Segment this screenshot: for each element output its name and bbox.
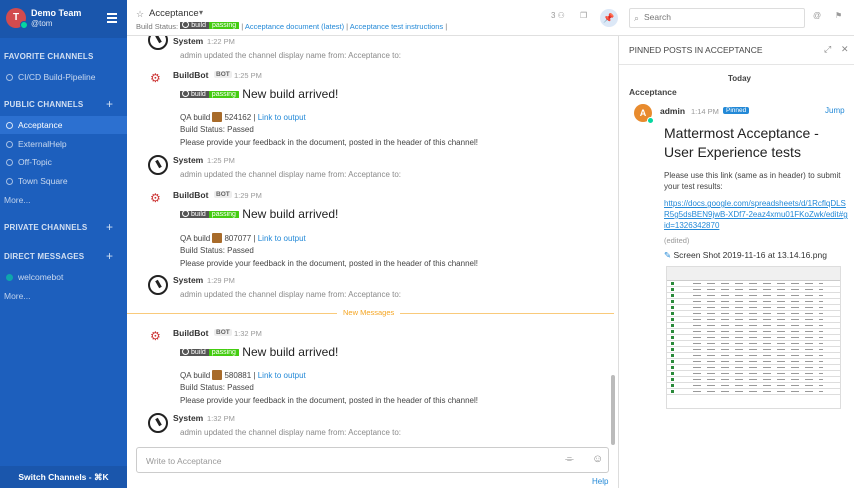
emoji-icon[interactable]: ☺ (592, 453, 603, 465)
build-passing-badge: build passing (180, 210, 239, 220)
channel-header-text: Build Status: build passing | Acceptance … (136, 21, 448, 31)
link-to-output[interactable]: Link to output (258, 234, 306, 243)
sidebar-item-welcomebot[interactable]: welcomebot (0, 268, 127, 286)
build-passing-badge: build passing (180, 21, 240, 31)
online-status-icon (20, 21, 28, 29)
team-header[interactable]: T Demo Team @tom (0, 0, 127, 38)
add-private-channel-icon[interactable]: + (106, 220, 113, 234)
bot-avatar-icon: ⚙ (150, 191, 161, 205)
search-input[interactable] (644, 12, 794, 22)
scrollbar[interactable] (611, 375, 615, 445)
sidebar-item-off-topic[interactable]: Off-Topic (0, 153, 127, 171)
flag-icon[interactable]: ⚑ (835, 11, 842, 20)
private-channels-header: PRIVATE CHANNELS + (4, 220, 114, 234)
message-input[interactable]: Write to Acceptance ⌯ ☺ (136, 447, 609, 473)
channel-header: ☆ Acceptance ▾ Build Status: build passin… (127, 0, 854, 36)
favorite-channels-header: FAVORITE CHANNELS (4, 52, 94, 61)
member-count-button[interactable]: 3 ⚇ (551, 11, 565, 20)
post-author[interactable]: admin (660, 106, 685, 116)
switch-channels-button[interactable]: Switch Channels - ⌘K (0, 466, 127, 488)
spreadsheet-link[interactable]: https://docs.google.com/spreadsheets/d/1… (664, 198, 849, 231)
mattermost-logo-icon (148, 275, 168, 295)
expand-icon[interactable]: ⤢ (824, 44, 831, 55)
add-public-channel-icon[interactable]: + (106, 97, 113, 111)
package-icon (212, 112, 223, 122)
hamburger-menu-icon[interactable] (107, 13, 117, 23)
help-link[interactable]: Help (592, 477, 608, 486)
package-icon (212, 233, 223, 243)
post-list: System 1:22 PM admin updated the channel… (127, 36, 614, 488)
search-icon: ⌕ (634, 13, 640, 23)
star-icon[interactable]: ☆ (136, 9, 144, 20)
team-avatar[interactable]: T (6, 8, 28, 29)
bot-avatar-icon: ⚙ (150, 71, 161, 85)
attachment-icon[interactable]: ⌯ (565, 453, 574, 466)
attachment-title[interactable]: ✎ Screen Shot 2019-11-16 at 13.14.16.png (664, 250, 827, 261)
sidebar-item-externalhelp[interactable]: ExternalHelp (0, 135, 127, 153)
direct-messages-more-link[interactable]: More... (4, 291, 30, 301)
post-time[interactable]: 1:14 PM (691, 107, 719, 116)
acceptance-test-instructions-link[interactable]: Acceptance test instructions (350, 22, 443, 31)
build-passing-badge: build passing (180, 348, 239, 358)
sidebar: T Demo Team @tom FAVORITE CHANNELS CI/CD… (0, 0, 127, 488)
globe-icon (6, 74, 13, 81)
pinned-body: Please use this link (same as in header)… (664, 171, 841, 191)
sidebar-item-acceptance[interactable]: Acceptance (0, 116, 127, 134)
pinned-heading: Mattermost Acceptance - User Experience … (664, 125, 819, 160)
sidebar-item-town-square[interactable]: Town Square (0, 172, 127, 190)
username: @tom (31, 19, 53, 28)
public-channels-header: PUBLIC CHANNELS + (4, 97, 114, 111)
channel-name[interactable]: Acceptance (149, 8, 199, 19)
team-name[interactable]: Demo Team (31, 8, 81, 18)
edited-indicator: (edited) (664, 236, 690, 245)
public-channels-more-link[interactable]: More... (4, 195, 30, 205)
pinned-posts-panel: PINNED POSTS IN ACCEPTANCE ⤢ ✕ Today Acc… (618, 36, 854, 488)
pinned-channel-name: Acceptance (629, 87, 677, 97)
date-separator: Today (728, 74, 751, 83)
globe-icon (6, 122, 13, 129)
mattermost-logo-icon (148, 413, 168, 433)
online-status-icon (6, 274, 13, 281)
link-to-output[interactable]: Link to output (258, 113, 306, 122)
rhs-title: PINNED POSTS IN ACCEPTANCE (629, 45, 763, 55)
pinned-badge: Pinned (723, 107, 750, 114)
build-passing-badge: QA buildbuildpassing (180, 90, 239, 100)
mentions-icon[interactable]: @ (813, 11, 821, 20)
bot-avatar-icon: ⚙ (150, 329, 161, 343)
pin-icon: ✎ (664, 250, 672, 260)
divider (619, 64, 854, 65)
acceptance-document-link[interactable]: Acceptance document (latest) (245, 22, 344, 31)
jump-link[interactable]: Jump (825, 106, 845, 115)
close-icon[interactable]: ✕ (841, 44, 849, 55)
mattermost-logo-icon (148, 36, 168, 50)
online-status-icon (647, 117, 654, 124)
link-to-output[interactable]: Link to output (258, 371, 306, 380)
globe-icon (6, 178, 13, 185)
globe-icon (6, 141, 13, 148)
new-messages-label: New Messages (337, 308, 401, 317)
direct-messages-header: DIRECT MESSAGES + (4, 249, 114, 263)
mattermost-logo-icon (148, 155, 168, 175)
chevron-down-icon[interactable]: ▾ (199, 8, 203, 17)
package-icon (212, 370, 223, 380)
sidebar-item-ci-cd-build-pipeline[interactable]: CI/CD Build-Pipeline (0, 68, 127, 86)
globe-icon (6, 159, 13, 166)
search-box[interactable]: ⌕ (629, 8, 805, 28)
files-icon[interactable]: ❐ (580, 11, 587, 20)
add-direct-message-icon[interactable]: + (106, 249, 113, 263)
attachment-thumbnail[interactable] (666, 266, 841, 409)
avatar[interactable]: A (634, 104, 654, 124)
pinned-posts-button[interactable]: 📌 (600, 9, 618, 27)
